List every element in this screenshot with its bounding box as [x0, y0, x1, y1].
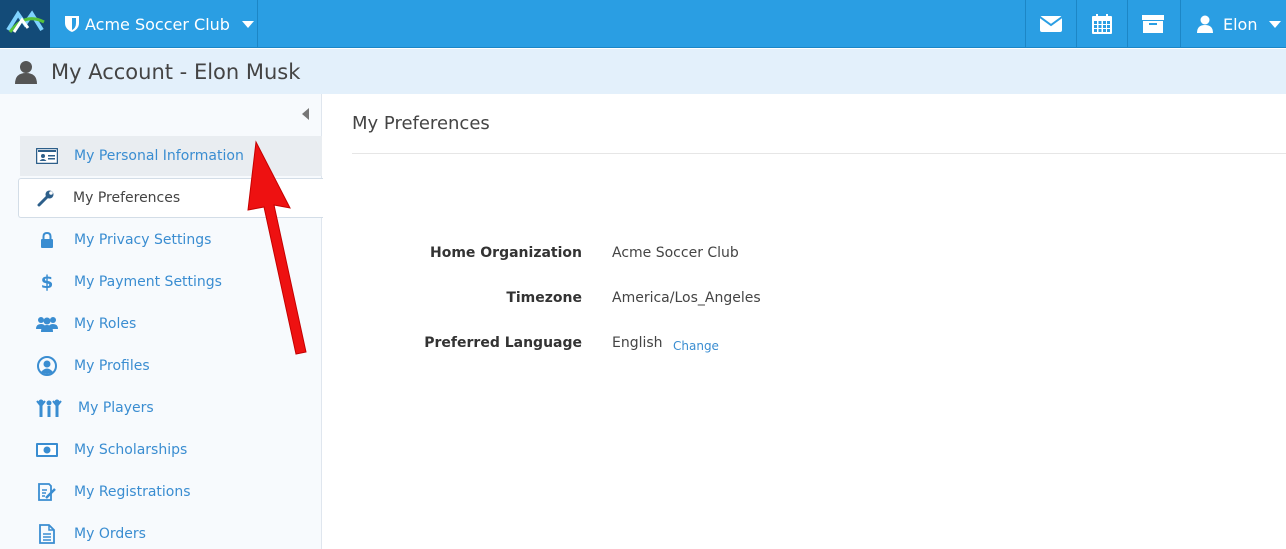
- user-menu[interactable]: Elon: [1180, 0, 1286, 48]
- page-header: My Account - Elon Musk: [0, 49, 1286, 94]
- archive-button[interactable]: [1127, 0, 1178, 48]
- sidebar-item-label: My Privacy Settings: [74, 232, 212, 248]
- players-icon: [36, 399, 62, 417]
- envelope-icon: [1040, 16, 1062, 32]
- shield-icon: [65, 16, 79, 32]
- user-icon: [15, 60, 37, 84]
- calendar-icon: [1092, 14, 1112, 34]
- field-value-home-organization: Acme Soccer Club: [612, 245, 739, 261]
- sidebar-item-label: My Registrations: [74, 484, 191, 500]
- sidebar-item-label: My Orders: [74, 526, 146, 542]
- chevron-down-icon: [241, 20, 254, 28]
- field-label-preferred-language: Preferred Language: [424, 335, 582, 351]
- organization-switcher[interactable]: Acme Soccer Club: [50, 0, 258, 48]
- user-icon: [1197, 15, 1213, 33]
- sidebar-item-label: My Personal Information: [74, 148, 244, 164]
- change-language-link[interactable]: Change: [673, 339, 719, 353]
- user-name: Elon: [1223, 14, 1258, 34]
- wrench-icon: [37, 190, 54, 207]
- logo-icon: [6, 10, 45, 33]
- field-value-preferred-language: English: [612, 335, 663, 351]
- sidebar-item-registrations[interactable]: My Registrations: [20, 472, 322, 512]
- collapse-sidebar-icon[interactable]: [302, 108, 309, 120]
- edit-icon: [38, 483, 56, 501]
- sidebar-item-orders[interactable]: My Orders: [20, 514, 322, 549]
- sidebar-item-label: My Roles: [74, 316, 137, 332]
- section-title: My Preferences: [352, 113, 490, 134]
- user-circle-icon: [37, 356, 57, 376]
- dollar-icon: $: [40, 271, 54, 293]
- document-icon: [39, 524, 55, 544]
- divider: [352, 153, 1286, 154]
- annotation-arrow-icon: [247, 140, 307, 355]
- top-navbar: Acme Soccer Club Elon: [0, 0, 1286, 48]
- sidebar-item-label: My Payment Settings: [74, 274, 222, 290]
- field-label-timezone: Timezone: [506, 290, 582, 306]
- sidebar-item-scholarships[interactable]: My Scholarships: [20, 430, 322, 470]
- page-title: My Account - Elon Musk: [51, 59, 301, 84]
- sidebar-item-label: My Scholarships: [74, 442, 188, 458]
- users-icon: [36, 317, 58, 332]
- sidebar-item-label: My Preferences: [73, 190, 181, 206]
- archive-icon: [1142, 15, 1164, 33]
- field-label-home-organization: Home Organization: [429, 245, 582, 261]
- sidebar-item-label: My Profiles: [74, 358, 150, 374]
- app-logo[interactable]: [0, 0, 50, 48]
- sidebar-item-players[interactable]: My Players: [20, 388, 322, 428]
- organization-name: Acme Soccer Club: [85, 14, 230, 34]
- field-value-timezone: America/Los_Angeles: [612, 290, 761, 306]
- id-card-icon: [36, 148, 58, 164]
- messages-button[interactable]: [1025, 0, 1076, 48]
- sidebar-item-label: My Players: [78, 400, 154, 416]
- lock-icon: [41, 232, 53, 248]
- calendar-button[interactable]: [1076, 0, 1127, 48]
- chevron-down-icon: [1269, 20, 1282, 28]
- money-icon: [36, 443, 58, 457]
